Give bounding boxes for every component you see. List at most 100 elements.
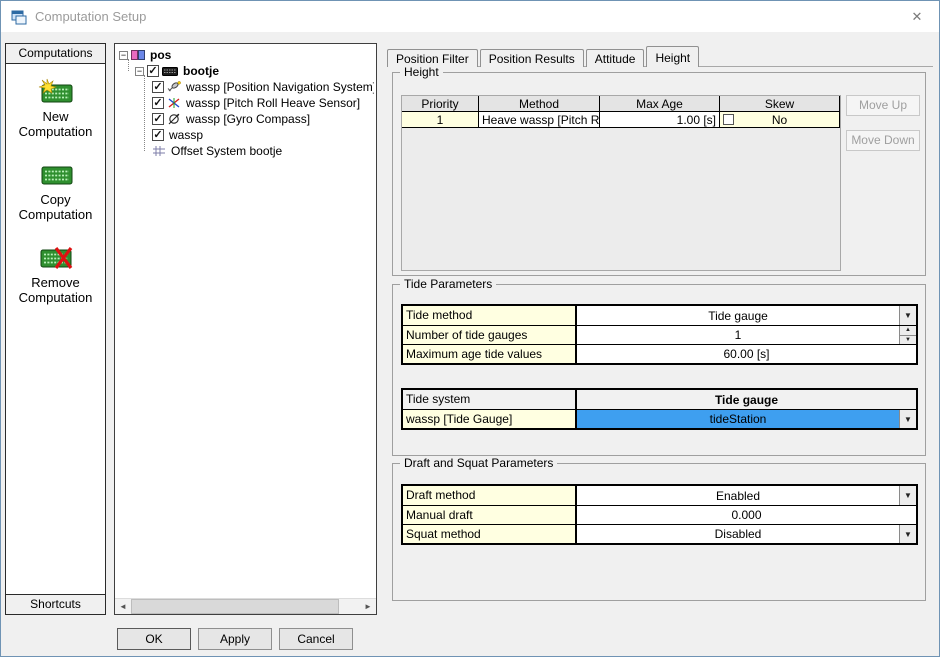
tide-method-dropdown[interactable]: ▼ <box>899 306 916 325</box>
shortcuts-button[interactable]: Shortcuts <box>5 594 106 615</box>
tide-station-select[interactable]: tideStation <box>577 410 899 428</box>
position-nav-system-icon <box>167 81 181 93</box>
max-age-tide-value[interactable]: 60.00 [s] <box>577 345 916 363</box>
scroll-left-icon[interactable]: ◄ <box>115 599 131 614</box>
close-icon[interactable]: ✕ <box>895 1 939 32</box>
draft-params-table: Draft method Enabled ▼ Manual draft 0.00… <box>401 484 918 545</box>
skew-value: No <box>772 113 787 127</box>
manual-draft-value[interactable]: 0.000 <box>577 506 916 524</box>
tide-gauges-spinner[interactable]: ▲ ▼ <box>899 326 916 344</box>
tide-system-table: Tide system Tide gauge wassp [Tide Gauge… <box>401 388 918 430</box>
gyro-compass-icon <box>167 113 181 125</box>
sidebar-item-copy-computation[interactable]: Copy Computation <box>9 161 103 222</box>
vessel-icon <box>162 66 178 77</box>
computation-tree: − pos − ✓ bootje ✓ wassp [Position <box>119 47 374 596</box>
computations-sidebar: Computations New Computation <box>5 43 106 615</box>
tide-parameters-group: Tide Parameters Tide method Tide gauge ▼… <box>392 284 926 456</box>
bootje-checkbox[interactable]: ✓ <box>147 65 159 77</box>
tide-gauges-value[interactable]: 1 <box>577 326 899 344</box>
sidebar-item-label: Copy Computation <box>9 192 103 222</box>
squat-method-value[interactable]: Disabled <box>577 525 899 543</box>
node-checkbox[interactable]: ✓ <box>152 81 164 93</box>
tree-label[interactable]: wassp [Pitch Roll Heave Sensor] <box>184 96 362 110</box>
tree-node-position-system[interactable]: ✓ wassp [Position Navigation System] <box>119 79 374 95</box>
collapse-icon[interactable]: − <box>135 67 144 76</box>
tree-node-wassp[interactable]: ✓ wassp <box>119 127 374 143</box>
tide-station-dropdown[interactable]: ▼ <box>899 410 916 428</box>
node-checkbox[interactable]: ✓ <box>152 129 164 141</box>
param-row-draft-method: Draft method Enabled ▼ <box>403 486 916 505</box>
col-skew: Skew <box>720 96 840 112</box>
tab-height[interactable]: Height <box>646 46 699 67</box>
tree-label[interactable]: wassp [Gyro Compass] <box>184 112 312 126</box>
cancel-button[interactable]: Cancel <box>279 628 353 650</box>
tab-strip: Position Filter Position Results Attitud… <box>387 46 933 67</box>
param-label: Squat method <box>403 525 577 543</box>
tide-system-row: wassp [Tide Gauge] tideStation ▼ <box>403 409 916 428</box>
collapse-icon[interactable]: − <box>119 51 128 60</box>
tree-label[interactable]: wassp <box>167 128 205 142</box>
tide-group-title: Tide Parameters <box>400 277 496 291</box>
scroll-right-icon[interactable]: ► <box>360 599 376 614</box>
tree-node-pos[interactable]: − pos <box>119 47 374 63</box>
window-title: Computation Setup <box>35 9 146 24</box>
node-checkbox[interactable]: ✓ <box>152 113 164 125</box>
chevron-down-icon: ▼ <box>904 491 912 500</box>
computation-icon <box>131 49 145 61</box>
sidebar-body: New Computation Copy Computation <box>5 64 106 594</box>
squat-method-dropdown[interactable]: ▼ <box>899 525 916 543</box>
computations-header-button[interactable]: Computations <box>5 43 106 64</box>
param-row-max-age: Maximum age tide values 60.00 [s] <box>403 344 916 363</box>
tree-label[interactable]: Offset System bootje <box>169 144 284 158</box>
param-label: Number of tide gauges <box>403 326 577 344</box>
computation-setup-window: Computation Setup ✕ Computations New Com… <box>0 0 940 657</box>
ok-button[interactable]: OK <box>117 628 191 650</box>
param-row-tide-gauges: Number of tide gauges 1 ▲ ▼ <box>403 325 916 344</box>
tide-method-value[interactable]: Tide gauge <box>577 306 899 325</box>
method-cell[interactable]: Heave wassp [Pitch R <box>479 112 600 128</box>
scrollbar-thumb[interactable] <box>131 599 339 614</box>
param-row-tide-method: Tide method Tide gauge ▼ <box>403 306 916 325</box>
apply-button[interactable]: Apply <box>198 628 272 650</box>
sidebar-item-label: Remove Computation <box>9 275 103 305</box>
draft-squat-group: Draft and Squat Parameters Draft method … <box>392 463 926 601</box>
tree-label-bootje[interactable]: bootje <box>181 64 221 78</box>
pitch-roll-heave-icon <box>167 97 181 109</box>
height-grid: Priority Method Max Age Skew 1 Heave was… <box>401 95 841 271</box>
param-label: Tide method <box>403 306 577 325</box>
tab-position-results[interactable]: Position Results <box>480 49 584 67</box>
horizontal-scrollbar: ◄ ► <box>115 598 376 614</box>
tree-label-pos[interactable]: pos <box>148 48 173 62</box>
spin-down-icon[interactable]: ▼ <box>900 335 916 345</box>
tree-node-pitch-roll-heave[interactable]: ✓ wassp [Pitch Roll Heave Sensor] <box>119 95 374 111</box>
spin-up-icon[interactable]: ▲ <box>900 326 916 335</box>
tab-attitude[interactable]: Attitude <box>586 49 645 67</box>
tree-node-bootje[interactable]: − ✓ bootje <box>119 63 374 79</box>
param-row-manual-draft: Manual draft 0.000 <box>403 505 916 524</box>
tab-position-filter[interactable]: Position Filter <box>387 49 478 67</box>
tide-system-col: Tide system <box>403 390 577 409</box>
priority-cell[interactable]: 1 <box>402 112 479 128</box>
tide-params-table: Tide method Tide gauge ▼ Number of tide … <box>401 304 918 365</box>
max-age-cell[interactable]: 1.00 [s] <box>600 112 720 128</box>
draft-method-dropdown[interactable]: ▼ <box>899 486 916 505</box>
tree-node-offset-system[interactable]: Offset System bootje <box>119 143 374 159</box>
param-label: Maximum age tide values <box>403 345 577 363</box>
sidebar-item-new-computation[interactable]: New Computation <box>9 78 103 139</box>
node-checkbox[interactable]: ✓ <box>152 97 164 109</box>
tree-node-gyro-compass[interactable]: ✓ wassp [Gyro Compass] <box>119 111 374 127</box>
skew-checkbox[interactable] <box>723 114 734 125</box>
new-computation-icon <box>38 78 74 105</box>
col-method: Method <box>479 96 600 112</box>
table-row: 1 Heave wassp [Pitch R 1.00 [s] No <box>402 112 840 128</box>
draft-method-value[interactable]: Enabled <box>577 486 899 505</box>
tree-label[interactable]: wassp [Position Navigation System] <box>184 80 374 94</box>
col-max-age: Max Age <box>600 96 720 112</box>
move-down-button[interactable]: Move Down <box>846 130 920 151</box>
skew-cell[interactable]: No <box>720 112 840 128</box>
height-group-title: Height <box>400 65 443 79</box>
move-up-button[interactable]: Move Up <box>846 95 920 116</box>
scrollbar-track[interactable] <box>339 599 360 614</box>
chevron-down-icon: ▼ <box>904 311 912 320</box>
sidebar-item-remove-computation[interactable]: Remove Computation <box>9 244 103 305</box>
